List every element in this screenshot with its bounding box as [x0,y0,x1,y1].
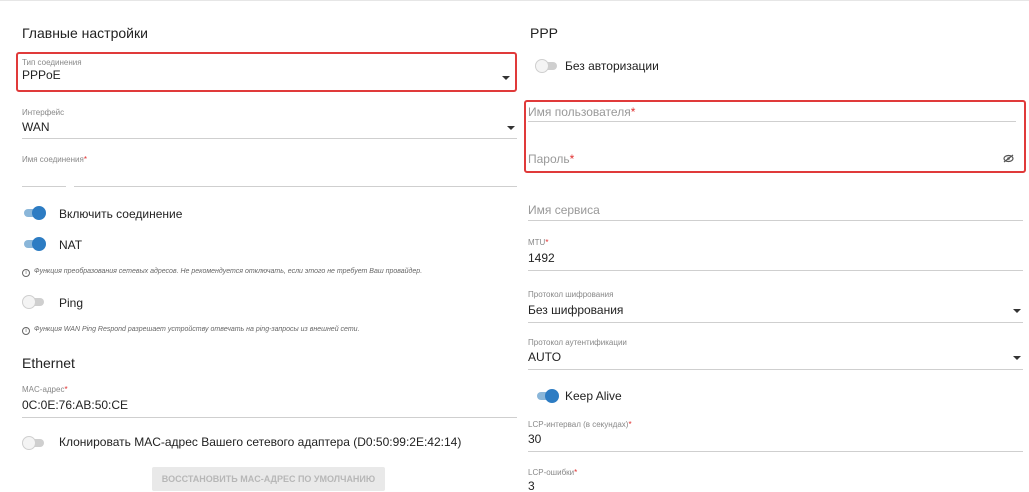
top-divider [0,0,1029,1]
enable-connection-label: Включить соединение [59,207,183,221]
auth-protocol-underline [528,369,1023,370]
encryption-select[interactable]: Без шифрования [528,301,1023,321]
lcp-interval-input[interactable]: 30 [528,431,1023,451]
password-placeholder: Пароль [528,152,570,166]
interface-label: Интерфейс [22,108,65,117]
toggle-knob [22,436,36,450]
mac-underline [22,417,517,418]
ppp-title: PPP [530,25,559,41]
keep-alive-toggle[interactable] [537,389,559,403]
chevron-down-icon [1013,309,1021,313]
toggle-knob [545,389,559,403]
lcp-errors-input[interactable]: 3 [528,478,1023,492]
mtu-input[interactable]: 1492 [528,250,1023,270]
info-icon: i [22,269,30,277]
nat-info: i Функция преобразования сетевых адресов.… [22,268,422,277]
lcp-interval-label: LCP-интервал (в секундах)* [528,420,632,429]
nat-label: NAT [59,238,83,252]
no-auth-label: Без авторизации [565,59,659,73]
info-icon: i [22,327,30,335]
encryption-value: Без шифрования [528,303,624,317]
lcp-errors-value: 3 [528,479,535,492]
auth-protocol-value: AUTO [528,350,562,364]
username-placeholder: Имя пользователя [528,105,631,119]
toggle-knob [535,59,549,73]
connection-type-select[interactable]: PPPoE [22,66,512,84]
main-settings-title: Главные настройки [22,25,148,41]
chevron-down-icon [502,76,510,80]
connection-type-value: PPPoE [22,68,61,82]
mac-value: 0C:0E:76:AB:50:CE [22,398,129,412]
no-auth-toggle[interactable] [535,59,557,73]
connection-name-underline-a [22,186,66,187]
ping-toggle[interactable] [22,295,44,309]
connection-name-label: Имя соединения* [22,155,87,164]
chevron-down-icon [1013,356,1021,360]
ethernet-title: Ethernet [22,355,75,371]
encryption-label: Протокол шифрования [528,290,614,299]
clone-mac-toggle[interactable] [22,436,44,450]
lcp-interval-value: 30 [528,432,542,446]
service-name-input[interactable]: Имя сервиса [528,202,1023,222]
service-name-underline [528,220,1023,221]
auth-protocol-select[interactable]: AUTO [528,348,1023,368]
toggle-knob [32,206,46,220]
mac-label: MAC-адрес* [22,385,68,394]
interface-underline [22,138,517,139]
connection-name-input[interactable] [22,166,517,186]
toggle-knob [32,237,46,251]
nat-toggle[interactable] [24,237,46,251]
interface-select[interactable]: WAN [22,118,517,138]
enable-connection-toggle[interactable] [24,206,46,220]
interface-value: WAN [22,120,50,134]
lcp-errors-label: LCP-ошибки* [528,468,578,477]
ping-label: Ping [59,296,84,310]
mtu-label: MTU* [528,238,549,247]
eye-off-icon[interactable] [1003,154,1014,163]
connection-name-underline-b [74,186,517,187]
lcp-interval-underline [528,451,1023,452]
password-input[interactable]: Пароль* [528,151,1016,169]
ping-info: i Функция WAN Ping Respond разрешает устр… [22,326,360,335]
username-underline [528,121,1016,122]
mtu-underline [528,270,1023,271]
toggle-knob [22,295,36,309]
service-name-placeholder: Имя сервиса [528,203,600,217]
restore-mac-button[interactable]: ВОССТАНОВИТЬ MAC-АДРЕС ПО УМОЛЧАНИЮ [152,467,385,491]
encryption-underline [528,322,1023,323]
mac-input[interactable]: 0C:0E:76:AB:50:CE [22,396,517,416]
chevron-down-icon [507,126,515,130]
mtu-value: 1492 [528,251,555,265]
clone-mac-label: Клонировать MAC-адрес Вашего сетевого ад… [59,435,462,449]
keep-alive-label: Keep Alive [565,389,622,403]
auth-protocol-label: Протокол аутентификации [528,338,627,347]
